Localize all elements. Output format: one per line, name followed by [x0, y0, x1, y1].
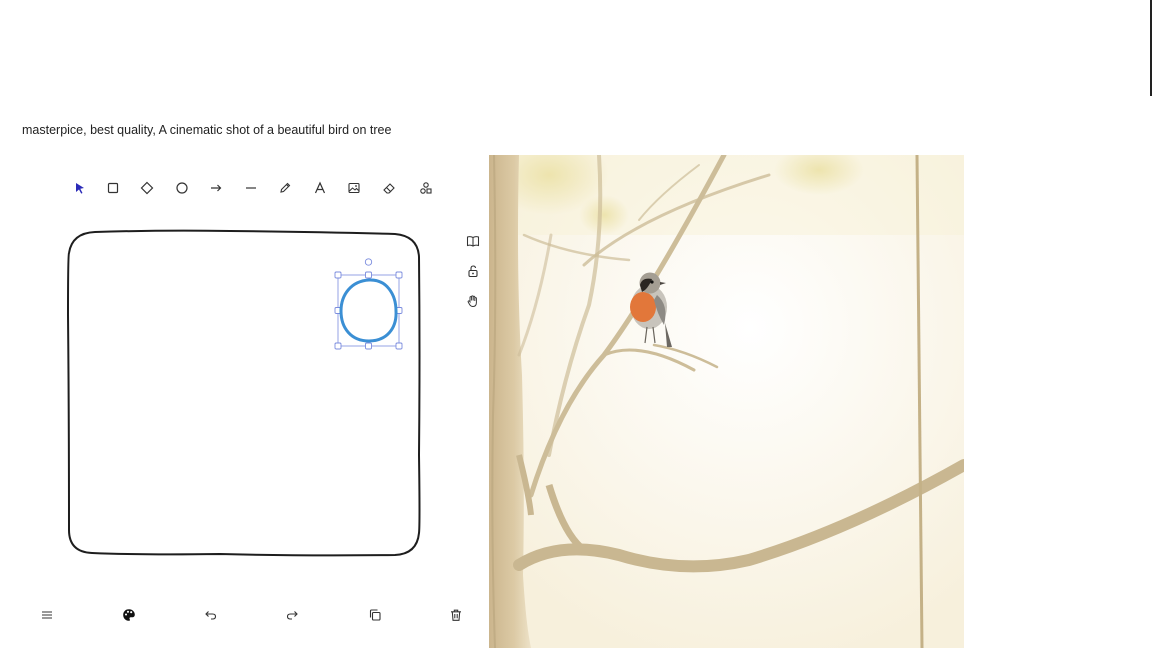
arrow-right-icon: [211, 184, 222, 192]
line-tool[interactable]: [239, 176, 263, 200]
duplicate-button[interactable]: [363, 603, 387, 627]
pencil-tool[interactable]: [273, 176, 297, 200]
select-tool[interactable]: [68, 176, 92, 200]
redo-icon: [286, 611, 298, 620]
palette-icon: [123, 609, 135, 621]
arrow-tool[interactable]: [204, 176, 228, 200]
text-a-icon: [314, 181, 326, 194]
copy-icon: [369, 609, 381, 621]
undo-icon: [205, 611, 217, 620]
hand-icon: [467, 295, 477, 307]
book-icon: [466, 236, 480, 247]
library-button[interactable]: [462, 230, 484, 252]
circle-icon: [176, 182, 188, 194]
menu-button[interactable]: [35, 603, 59, 627]
generated-image: [489, 155, 964, 648]
eraser-icon: [383, 183, 395, 194]
hand-button[interactable]: [462, 290, 484, 312]
square-icon: [107, 182, 119, 194]
drawing-canvas[interactable]: [40, 215, 460, 575]
color-palette-button[interactable]: [117, 603, 141, 627]
shapes-icon: [420, 182, 432, 194]
bottom-toolbar: [30, 603, 470, 627]
text-tool[interactable]: [308, 176, 332, 200]
diamond-tool[interactable]: [135, 176, 159, 200]
rotation-handle[interactable]: [364, 258, 373, 266]
cursor-arrow-icon: [76, 183, 84, 194]
undo-button[interactable]: [199, 603, 223, 627]
diamond-icon: [140, 181, 154, 195]
unlock-icon: [468, 265, 478, 278]
drawing-toolbar: [68, 176, 440, 200]
eraser-tool[interactable]: [377, 176, 401, 200]
image-tool[interactable]: [342, 176, 366, 200]
image-icon: [348, 182, 360, 194]
lock-button[interactable]: [462, 260, 484, 282]
hamburger-icon: [42, 611, 52, 619]
rectangle-tool[interactable]: [101, 176, 125, 200]
prompt-text[interactable]: masterpice, best quality, A cinematic sh…: [22, 123, 391, 137]
side-toolbar: [462, 230, 484, 320]
trash-icon: [451, 609, 461, 621]
redo-button[interactable]: [280, 603, 304, 627]
pencil-icon: [280, 182, 291, 193]
shapes-library-tool[interactable]: [414, 176, 438, 200]
line-icon: [246, 187, 256, 189]
ellipse-tool[interactable]: [170, 176, 194, 200]
delete-button[interactable]: [444, 603, 468, 627]
